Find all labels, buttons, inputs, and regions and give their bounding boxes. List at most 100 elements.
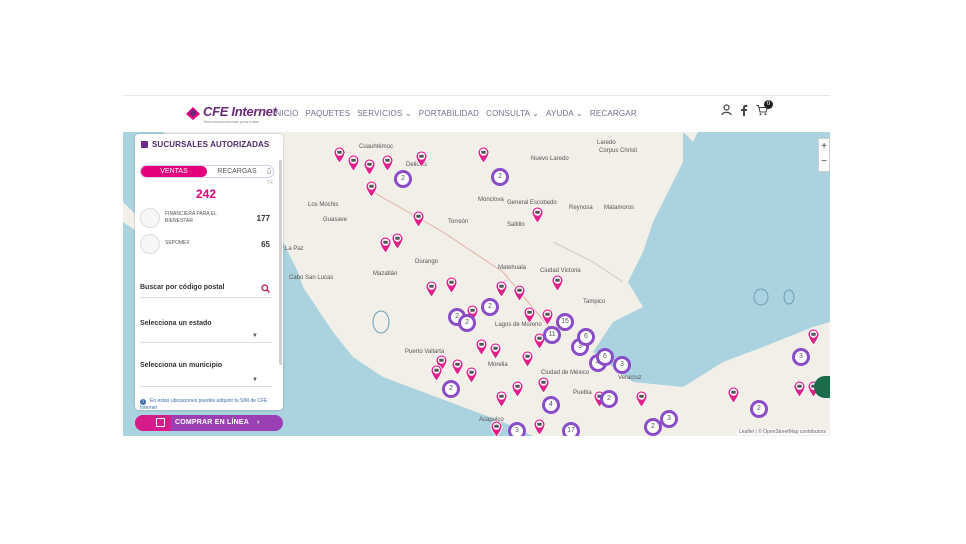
map-cluster[interactable]: 3: [613, 356, 631, 374]
location-pin[interactable]: [727, 386, 740, 404]
menu-item-recargar[interactable]: RECARGAR: [590, 109, 637, 118]
buy-button-accent: [135, 415, 171, 431]
map-attribution[interactable]: Leaflet | © OpenStreetMap contributors: [737, 429, 828, 435]
location-pin[interactable]: [490, 420, 503, 436]
menu-item-paquetes[interactable]: PAQUETES: [306, 109, 351, 118]
chat-widget-button[interactable]: [814, 376, 830, 398]
location-pin[interactable]: [495, 280, 508, 298]
map-label: Reynosa: [569, 205, 593, 211]
map-label: Laredo: [597, 140, 616, 146]
location-pin[interactable]: [523, 306, 536, 324]
location-pin[interactable]: [531, 206, 544, 224]
provider-count: 177: [256, 214, 270, 223]
map-cluster[interactable]: 3: [660, 410, 678, 428]
map-label: Cabo San Lucas: [289, 275, 334, 281]
map-cluster[interactable]: 2: [750, 400, 768, 418]
location-pin[interactable]: [793, 380, 806, 398]
map-cluster[interactable]: 2: [491, 168, 509, 186]
menu-item-servicios[interactable]: SERVICIOS ⌄: [357, 109, 412, 118]
location-pin[interactable]: [489, 342, 502, 360]
tab-recargas[interactable]: RECARGAS: [209, 166, 265, 177]
map-cluster[interactable]: 11: [543, 326, 561, 344]
map-cluster[interactable]: 2: [458, 314, 476, 332]
location-pin[interactable]: [445, 276, 458, 294]
location-pin[interactable]: [551, 274, 564, 292]
location-pin[interactable]: [477, 146, 490, 164]
provider-count: 65: [261, 240, 270, 249]
map-cluster[interactable]: 2: [481, 298, 499, 316]
buy-online-button[interactable]: COMPRAR EN LÍNEA ›: [135, 415, 283, 431]
location-pin[interactable]: [415, 150, 428, 168]
location-pin[interactable]: [412, 210, 425, 228]
location-pin[interactable]: [807, 328, 820, 346]
logo-tagline: Telecomunicaciones para todos: [203, 119, 260, 124]
logo-mark-icon: [186, 107, 200, 120]
map-label: Cuauhtémoc: [359, 144, 394, 150]
menu-item-consulta[interactable]: CONSULTA ⌄: [486, 109, 539, 118]
branches-panel: SUCURSALES AUTORIZADAS VENTAS RECARGAS ▯…: [135, 134, 283, 411]
menu-item-portabilidad[interactable]: PORTABILIDAD: [419, 109, 479, 118]
provider-name: FINANCIERA PARA EL BIENESTAR: [165, 211, 217, 224]
sepomex-logo-icon: [140, 234, 160, 254]
financiera-logo-icon: [140, 208, 160, 228]
panel-title: SUCURSALES AUTORIZADAS: [141, 140, 269, 149]
map-label: Matehuala: [498, 265, 527, 271]
location-pin[interactable]: [465, 366, 478, 384]
zoom-out-button[interactable]: −: [819, 154, 829, 169]
map-cluster[interactable]: 6: [577, 328, 595, 346]
facebook-icon[interactable]: [740, 104, 748, 116]
map-label: Tampico: [583, 299, 606, 305]
postal-code-label: Buscar por código postal: [140, 284, 225, 291]
municipality-select[interactable]: Selecciona un municipio ▼: [140, 362, 272, 387]
postal-code-field[interactable]: Buscar por código postal: [140, 284, 272, 298]
map-label: Durango: [415, 259, 439, 265]
cart-button[interactable]: 0: [756, 100, 773, 116]
location-pin[interactable]: [511, 380, 524, 398]
map-cluster[interactable]: 17: [562, 422, 580, 436]
location-pin[interactable]: [347, 154, 360, 172]
location-pin[interactable]: [513, 284, 526, 302]
location-pin[interactable]: [430, 364, 443, 382]
tab-ventas[interactable]: VENTAS: [141, 166, 207, 177]
user-icon[interactable]: [721, 104, 732, 116]
menu-item-ayuda[interactable]: AYUDA ⌄: [546, 109, 583, 118]
location-pin[interactable]: [451, 358, 464, 376]
map-cluster[interactable]: 2: [394, 170, 412, 188]
panel-tabs: VENTAS RECARGAS ▯: [140, 165, 274, 178]
map-cluster[interactable]: 2: [600, 390, 618, 408]
map-label: Torreón: [448, 219, 469, 225]
map-cluster[interactable]: 2: [442, 380, 460, 398]
search-icon[interactable]: [261, 284, 270, 293]
location-pin[interactable]: [475, 338, 488, 356]
map-label: Monclova: [478, 197, 504, 203]
map-label: Guasave: [323, 217, 348, 223]
location-pin[interactable]: [533, 418, 546, 436]
map-cluster[interactable]: 4: [542, 396, 560, 414]
tx-label: TX: [266, 180, 273, 186]
provider-row[interactable]: FINANCIERA PARA EL BIENESTAR 177: [140, 208, 272, 228]
map-cluster[interactable]: 3: [508, 422, 526, 436]
location-pin[interactable]: [425, 280, 438, 298]
location-pin[interactable]: [635, 390, 648, 408]
location-pin[interactable]: [521, 350, 534, 368]
provider-row[interactable]: SEPOMEX 65: [140, 234, 272, 254]
location-pin[interactable]: [495, 390, 508, 408]
location-pin[interactable]: [363, 158, 376, 176]
location-pin[interactable]: [537, 376, 550, 394]
branches-total: 242: [195, 187, 217, 201]
location-pin[interactable]: [541, 308, 554, 326]
zoom-in-button[interactable]: +: [819, 139, 829, 154]
location-pin[interactable]: [333, 146, 346, 164]
panel-scrollbar[interactable]: [279, 160, 282, 365]
chevron-down-icon: ▼: [252, 333, 258, 339]
map-cluster[interactable]: 6: [596, 348, 614, 366]
location-pin[interactable]: [365, 180, 378, 198]
cfe-internet-logo[interactable]: CFE Internet Telecomunicaciones para tod…: [185, 102, 277, 126]
location-pin[interactable]: [391, 232, 404, 250]
top-navbar: CFE Internet Telecomunicaciones para tod…: [123, 96, 830, 132]
map-label: Los Mochis: [308, 202, 339, 208]
location-pin[interactable]: [381, 154, 394, 172]
menu-item-inicio[interactable]: INICIO: [273, 109, 299, 118]
map-cluster[interactable]: 3: [792, 348, 810, 366]
state-select[interactable]: Selecciona un estado ▼: [140, 320, 272, 344]
